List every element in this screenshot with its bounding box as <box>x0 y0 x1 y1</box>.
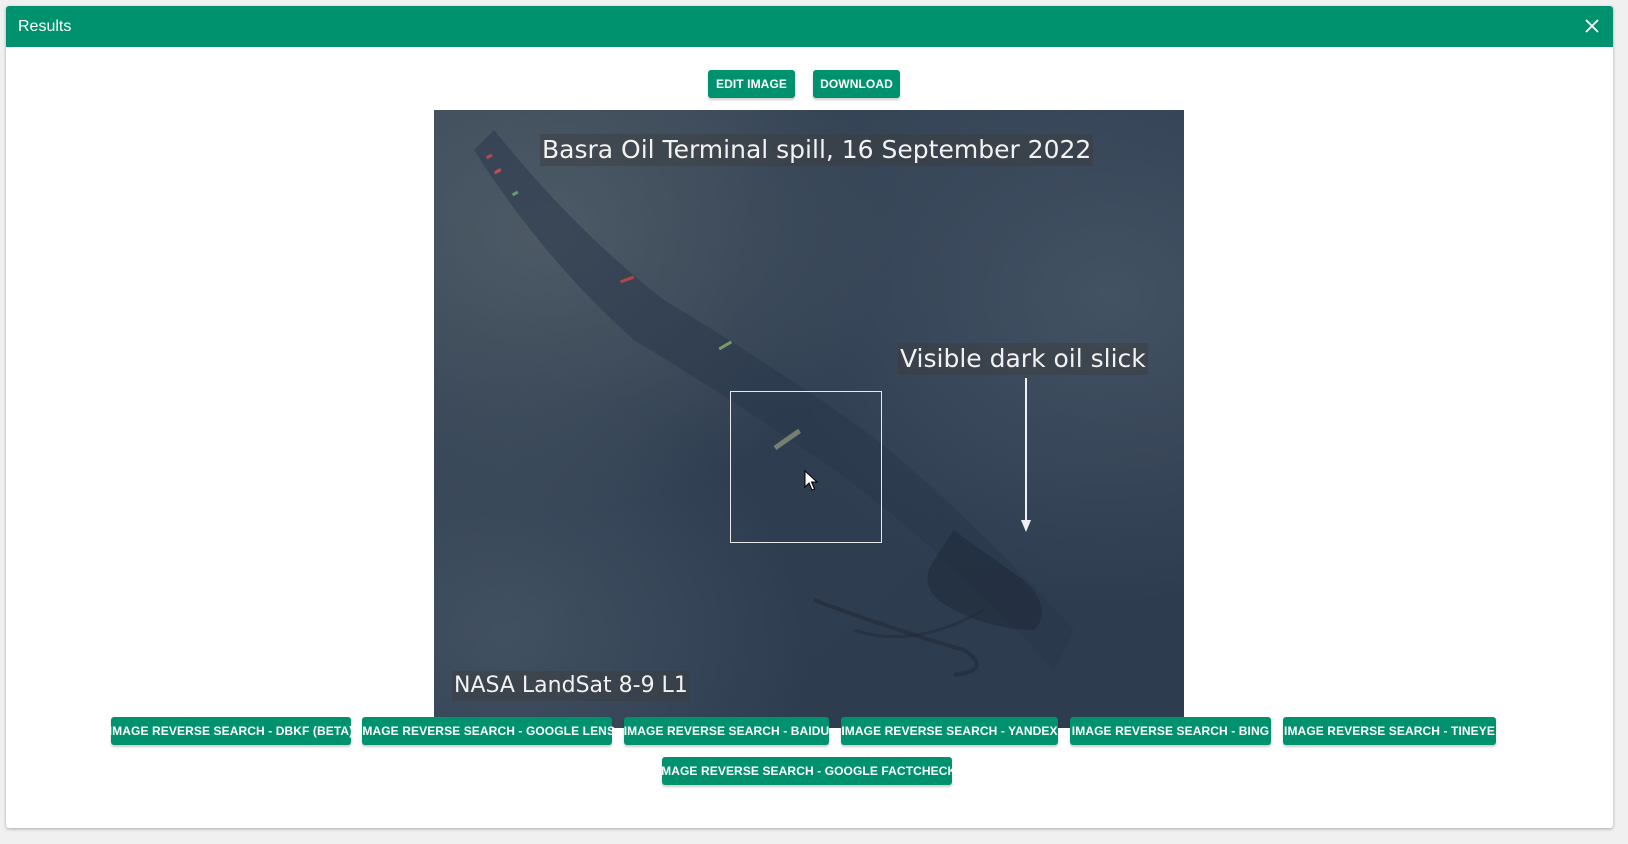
download-button[interactable]: DOWNLOAD <box>813 70 900 98</box>
dialog-title: Results <box>18 18 72 35</box>
reverse-search-dbkf-button[interactable]: IMAGE REVERSE SEARCH - DBKF (BETA) <box>109 717 353 745</box>
arrow-down-icon <box>1021 520 1031 532</box>
image-title-text: Basra Oil Terminal spill, 16 September 2… <box>540 134 1094 166</box>
close-icon <box>1585 19 1599 33</box>
reverse-search-google-lens-button[interactable]: IMAGE REVERSE SEARCH - GOOGLE LENS <box>359 717 615 745</box>
dialog-header: Results <box>6 6 1613 47</box>
reverse-search-baidu-button[interactable]: IMAGE REVERSE SEARCH - BAIDU <box>624 717 829 745</box>
reverse-search-bing-button[interactable]: IMAGE REVERSE SEARCH - BING <box>1070 717 1271 745</box>
annotation-arrow-line <box>1025 378 1027 522</box>
reverse-search-tineye-button[interactable]: IMAGE REVERSE SEARCH - TINEYE <box>1283 717 1496 745</box>
mouse-cursor-icon <box>804 470 818 491</box>
reverse-search-yandex-button[interactable]: IMAGE REVERSE SEARCH - YANDEX <box>841 717 1058 745</box>
image-credit-text: NASA LandSat 8-9 L1 <box>452 671 690 701</box>
selection-rectangle[interactable] <box>730 391 882 543</box>
close-button[interactable] <box>1579 13 1605 39</box>
results-dialog: Results EDIT IMAGE DOWNLOAD Basra Oil Te… <box>6 6 1613 828</box>
image-annotation-text: Visible dark oil slick <box>898 343 1148 375</box>
reverse-search-google-factcheck-button[interactable]: IMAGE REVERSE SEARCH - GOOGLE FACTCHECK <box>658 757 956 785</box>
edit-image-button[interactable]: EDIT IMAGE <box>708 70 795 98</box>
result-image[interactable]: Basra Oil Terminal spill, 16 September 2… <box>434 110 1184 728</box>
